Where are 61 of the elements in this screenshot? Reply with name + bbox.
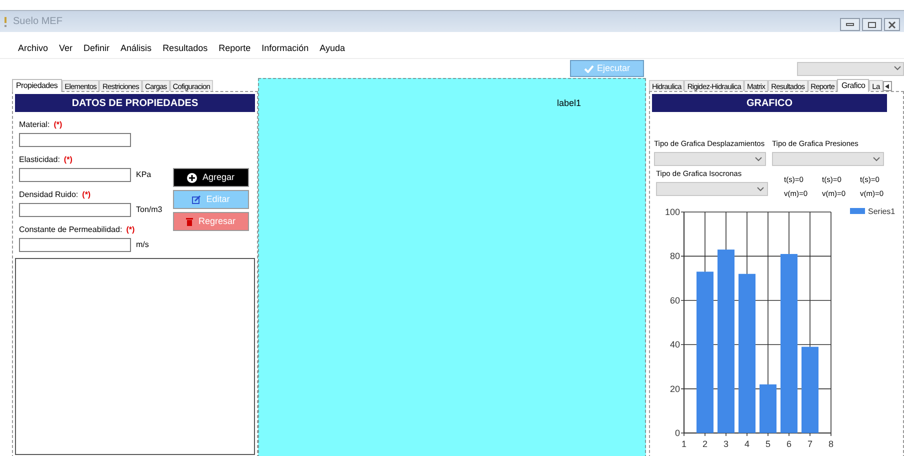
unit-label: m/s [136,239,149,251]
field-label: Densidad Ruido: [19,189,78,201]
x-tick-label: 7 [808,439,812,447]
plus-icon [187,172,198,182]
menu-item[interactable]: Análisis [120,42,152,56]
menu-item[interactable]: Archivo [18,42,48,56]
unit-label: KPa [136,169,152,181]
input-field[interactable] [19,168,131,182]
menu-item[interactable]: Reporte [218,42,251,56]
menu-item[interactable]: Ayuda [320,42,346,56]
menu-item[interactable]: Resultados [162,42,208,56]
chevron-down-icon [757,186,764,192]
x-tick-label: 5 [766,439,770,447]
field-label: Elasticidad: [19,154,60,166]
required-mark: (*) [64,154,72,166]
menu-item[interactable]: Ver [59,42,73,56]
y-tick-label: 0 [674,428,680,438]
x-tick-label: 4 [744,439,750,447]
chevron-down-icon [873,156,880,162]
x-tick-label: 8 [828,439,834,447]
panel-header: DATOS DE PROPIEDADES [15,94,255,112]
chevron-down-icon [894,66,901,71]
legend-swatch [850,208,865,214]
canvas-label: label1 [557,97,582,110]
window-title: Suelo MEF [13,15,62,29]
x-tick-label: 6 [786,439,792,447]
x-tick-label: 3 [724,439,728,447]
edit-icon [192,195,202,204]
check-icon [584,64,594,72]
menu-item[interactable]: Definir [84,42,110,56]
x-tick-label: 1 [682,439,686,447]
close-icon [888,20,896,28]
y-tick-label: 80 [670,251,680,262]
chevron-down-icon [755,156,762,162]
legend-label: Series1 [868,207,896,216]
tab[interactable]: Grafico [837,79,870,92]
input-field[interactable] [19,133,131,147]
required-mark: (*) [126,224,135,236]
input-field[interactable] [19,238,131,252]
maximize-button[interactable] [862,18,882,31]
y-tick-label: 20 [670,384,680,394]
x-tick-label: 2 [702,439,708,447]
field-label: Material: [19,119,50,131]
panel-header: GRAFICO [652,94,887,112]
required-mark: (*) [54,119,62,131]
bar [760,384,776,433]
unit-label: Ton/m3 [136,204,162,216]
tab[interactable]: Propiedades [12,79,62,92]
field-label: Constante de Permeabilidad: [19,224,122,236]
y-tick-label: 40 [670,340,680,350]
input-field[interactable] [19,203,131,217]
close-button[interactable] [884,18,900,31]
app-icon [4,16,7,26]
y-tick-label: 60 [670,295,680,306]
trash-icon [186,217,194,226]
y-tick-label: 100 [664,207,680,217]
menu-item[interactable]: Información [262,42,309,56]
required-mark: (*) [82,189,91,201]
arrow-left-icon [885,84,890,88]
add-button[interactable]: Agregar [173,168,249,187]
minimize-button[interactable] [840,18,860,31]
